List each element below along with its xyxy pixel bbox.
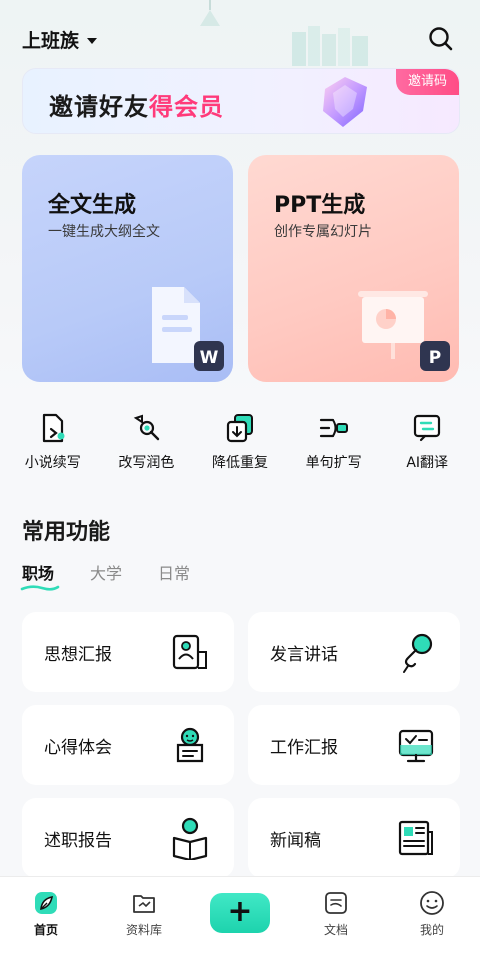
function-card-work-report[interactable]: 工作汇报 [248, 705, 460, 785]
bottom-navigation: 首页 资料库 + 文档 我的 [0, 876, 480, 954]
tab-daily[interactable]: 日常 [158, 560, 190, 594]
insight-icon [176, 727, 204, 763]
caret-down-icon [87, 37, 98, 44]
expand-sentence-icon [319, 418, 348, 438]
quick-action-translate[interactable]: AI翻译 [383, 408, 471, 480]
presentation-icon: P [358, 291, 450, 371]
function-card-label: 发言讲话 [270, 645, 338, 665]
identity-label: 上班族 [22, 30, 80, 52]
add-button[interactable]: + [210, 893, 270, 933]
gem-icon [323, 77, 367, 127]
ppt-generate-card[interactable]: PPT生成 创作专属幻灯片 P [248, 155, 459, 382]
word-document-icon: W [152, 287, 224, 371]
translate-icon [414, 414, 441, 442]
function-card-label: 心得体会 [44, 738, 112, 758]
section-title: 常用功能 [22, 520, 111, 545]
tab-label: 日常 [158, 564, 191, 583]
card-subtitle: 创作专属幻灯片 [274, 224, 372, 240]
quick-action-expand-sentence[interactable]: 单句扩写 [290, 408, 378, 480]
quick-action-label: 改写润色 [118, 455, 175, 471]
novel-continue-icon [42, 413, 65, 443]
function-card-thought-report[interactable]: 思想汇报 [22, 612, 234, 692]
newspaper-icon [398, 820, 433, 856]
banner-text: 邀请好友得会员 [49, 87, 224, 122]
card-title: 全文生成 [48, 193, 137, 218]
card-badge-letter: P [429, 348, 441, 368]
function-card-label: 新闻稿 [270, 831, 321, 851]
function-card-label: 述职报告 [44, 831, 112, 851]
nav-label: 资料库 [125, 923, 162, 937]
function-card-label: 思想汇报 [44, 645, 112, 665]
nav-label: 首页 [33, 923, 58, 937]
tab-underline-icon [20, 585, 60, 591]
quick-action-reduce-duplicate[interactable]: 降低重复 [196, 408, 284, 480]
tab-label: 职场 [22, 564, 55, 583]
card-badge-letter: W [200, 348, 219, 368]
search-icon[interactable] [428, 26, 454, 52]
invite-banner[interactable]: 邀请好友得会员 邀请码 [22, 68, 460, 134]
nav-label: 文档 [323, 923, 348, 937]
banner-highlight-text: 得会员 [149, 93, 224, 121]
work-report-icon [398, 729, 434, 763]
reading-person-icon [172, 817, 208, 860]
tab-university[interactable]: 大学 [90, 560, 122, 594]
invite-code-badge[interactable]: 邀请码 [395, 69, 459, 95]
category-tabs: 职场 大学 日常 [20, 560, 190, 594]
thought-report-icon [172, 634, 207, 670]
smiley-icon [420, 891, 444, 915]
card-title: PPT生成 [274, 193, 366, 218]
quick-action-label: 单句扩写 [305, 455, 362, 471]
function-card-speech[interactable]: 发言讲话 [248, 612, 460, 692]
nav-library[interactable]: 资料库 [114, 885, 174, 938]
home-leaf-icon [35, 892, 57, 914]
function-card-duty-report[interactable]: 述职报告 [22, 798, 234, 878]
polish-icon [134, 414, 160, 441]
identity-selector[interactable]: 上班族 [22, 26, 98, 53]
nav-documents[interactable]: 文档 [306, 885, 366, 938]
full-text-generate-card[interactable]: 全文生成 一键生成大纲全文 W [22, 155, 233, 382]
quick-action-label: 降低重复 [211, 455, 268, 471]
quick-action-novel-continue[interactable]: 小说续写 [9, 408, 97, 480]
quick-actions: 小说续写 改写润色 降低重复 单句扩写 AI翻译 [0, 408, 480, 480]
microphone-icon [403, 633, 433, 673]
nav-profile[interactable]: 我的 [402, 885, 462, 938]
function-card-label: 工作汇报 [270, 738, 338, 758]
quick-action-label: 小说续写 [24, 455, 81, 471]
nav-home[interactable]: 首页 [16, 885, 76, 938]
card-subtitle: 一键生成大纲全文 [48, 224, 160, 240]
top-header: 上班族 [0, 18, 480, 58]
function-card-insight[interactable]: 心得体会 [22, 705, 234, 785]
tab-label: 大学 [90, 564, 123, 583]
folder-icon [133, 895, 155, 913]
quick-action-polish[interactable]: 改写润色 [102, 408, 190, 480]
reduce-duplicate-icon [226, 414, 253, 443]
tab-workplace[interactable]: 职场 [20, 560, 60, 594]
document-icon [325, 892, 347, 914]
nav-label: 我的 [419, 923, 444, 937]
banner-main-text: 邀请好友 [49, 93, 149, 121]
quick-action-label: AI翻译 [406, 455, 449, 471]
function-card-press-release[interactable]: 新闻稿 [248, 798, 460, 878]
